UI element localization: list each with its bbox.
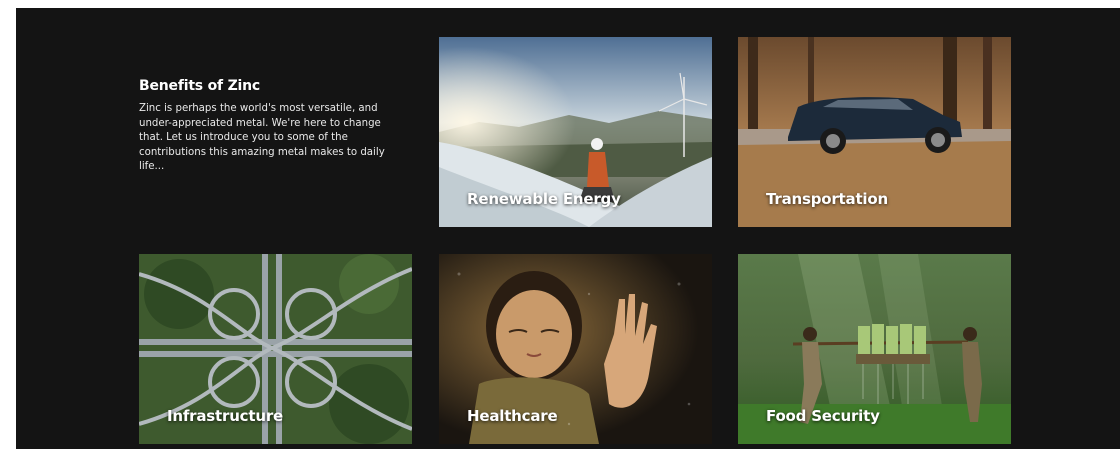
intro-section: Benefits of Zinc Zinc is perhaps the wor… bbox=[139, 78, 407, 175]
card-food-security[interactable]: Food Security bbox=[738, 254, 1011, 444]
card-label: Healthcare bbox=[467, 407, 558, 425]
card-transportation[interactable]: Transportation bbox=[738, 37, 1011, 227]
card-renewable-energy[interactable]: Renewable Energy bbox=[439, 37, 712, 227]
card-label: Renewable Energy bbox=[467, 190, 621, 208]
card-healthcare[interactable]: Healthcare bbox=[439, 254, 712, 444]
intro-title: Benefits of Zinc bbox=[139, 78, 261, 94]
card-label: Transportation bbox=[766, 190, 888, 208]
intro-body: Zinc is perhaps the world's most versati… bbox=[139, 103, 385, 173]
card-label: Infrastructure bbox=[167, 407, 283, 425]
card-label: Food Security bbox=[766, 407, 880, 425]
card-infrastructure[interactable]: Infrastructure bbox=[139, 254, 412, 444]
